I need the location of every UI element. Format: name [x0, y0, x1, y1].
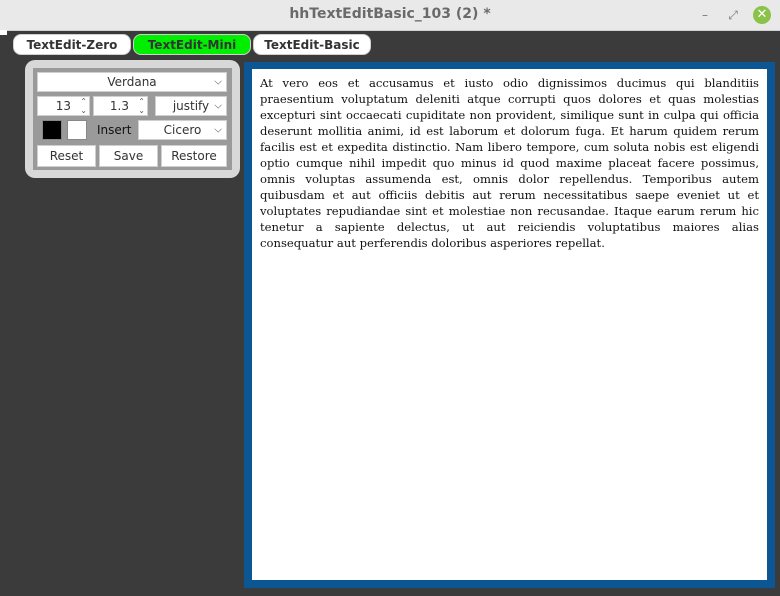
- font-family-select[interactable]: Verdana ⌵: [37, 72, 227, 92]
- alignment-value: justify: [172, 99, 210, 113]
- text-color-swatch[interactable]: [42, 120, 62, 140]
- chevron-down-icon: ⌵: [214, 100, 222, 112]
- chevron-down-icon: ⌵: [214, 124, 222, 136]
- title-bar: hhTextEditBasic_103 (2) * – ⤢ ✕: [0, 0, 780, 31]
- maximize-icon[interactable]: ⤢: [724, 6, 742, 24]
- corner-marker: [0, 30, 7, 35]
- spinner-arrows-icon[interactable]: ⌃ ⌄: [138, 97, 145, 115]
- save-button[interactable]: Save: [99, 145, 158, 167]
- reset-button[interactable]: Reset: [37, 145, 96, 167]
- editor-frame: At vero eos et accusamus et iusto odio d…: [244, 62, 775, 588]
- spinner-arrows-icon[interactable]: ⌃ ⌄: [80, 97, 87, 115]
- text-editor[interactable]: At vero eos et accusamus et iusto odio d…: [252, 69, 767, 580]
- line-height-value: 1.3: [109, 99, 129, 113]
- insert-select[interactable]: Cicero ⌵: [138, 120, 227, 140]
- toolbar-panel-inner: Verdana ⌵ 13 ⌃ ⌄ 1.3 ⌃ ⌄ justify ⌵ Insert …: [33, 68, 232, 170]
- line-height-stepper[interactable]: 1.3 ⌃ ⌄: [93, 96, 148, 116]
- font-size-stepper[interactable]: 13 ⌃ ⌄: [37, 96, 90, 116]
- background-color-swatch[interactable]: [67, 120, 87, 140]
- tab-textedit-mini[interactable]: TextEdit-Mini: [133, 34, 251, 55]
- alignment-select[interactable]: justify ⌵: [155, 96, 227, 116]
- toolbar-panel: Verdana ⌵ 13 ⌃ ⌄ 1.3 ⌃ ⌄ justify ⌵ Insert …: [25, 60, 240, 178]
- insert-label: Insert: [97, 123, 132, 137]
- font-family-value: Verdana: [107, 75, 157, 89]
- tab-textedit-zero[interactable]: TextEdit-Zero: [13, 34, 131, 55]
- restore-button[interactable]: Restore: [161, 145, 227, 167]
- font-size-value: 13: [55, 99, 71, 113]
- chevron-down-icon: ⌵: [214, 76, 222, 88]
- tab-textedit-basic[interactable]: TextEdit-Basic: [253, 34, 371, 55]
- minimize-icon[interactable]: –: [696, 6, 714, 24]
- insert-value: Cicero: [163, 123, 202, 137]
- close-icon[interactable]: ✕: [753, 6, 771, 24]
- window-title: hhTextEditBasic_103 (2) *: [289, 6, 491, 22]
